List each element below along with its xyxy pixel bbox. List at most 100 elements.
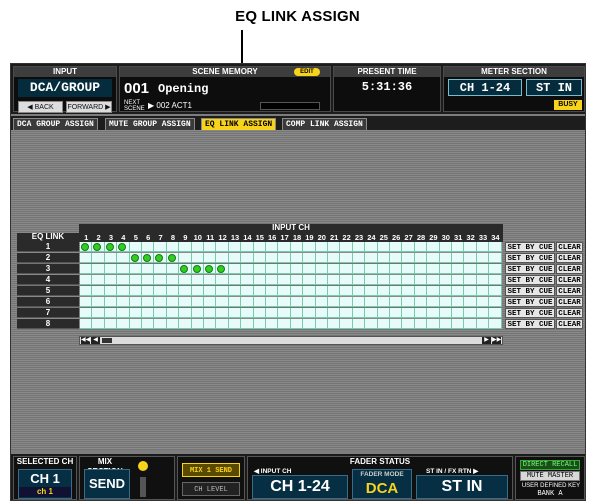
assign-cell[interactable] — [328, 286, 341, 296]
mix-send-button[interactable]: MIX 1 SEND — [182, 463, 240, 477]
assign-cell[interactable] — [303, 308, 316, 318]
assign-cell[interactable] — [414, 242, 428, 252]
assign-cell[interactable] — [228, 275, 242, 285]
assign-cell[interactable] — [216, 308, 229, 318]
assign-cell[interactable] — [154, 242, 167, 252]
assign-cell[interactable] — [142, 275, 155, 285]
assign-cell[interactable] — [166, 242, 180, 252]
assign-cell[interactable] — [266, 286, 279, 296]
assign-cell[interactable] — [266, 308, 279, 318]
assign-cell[interactable] — [216, 253, 229, 263]
assign-cell[interactable] — [117, 286, 130, 296]
assign-cell[interactable] — [365, 264, 378, 274]
assign-cell[interactable] — [427, 308, 440, 318]
assign-cell[interactable] — [402, 253, 415, 263]
assign-cell[interactable] — [439, 264, 452, 274]
assign-cell[interactable] — [390, 253, 403, 263]
assign-cell[interactable] — [377, 286, 390, 296]
assign-cell[interactable] — [80, 253, 93, 263]
assign-cell[interactable] — [489, 297, 502, 307]
assign-cell[interactable] — [377, 308, 390, 318]
assign-cell[interactable] — [266, 242, 279, 252]
assign-cell[interactable] — [303, 242, 316, 252]
assign-cell[interactable] — [80, 297, 93, 307]
assign-cell[interactable] — [179, 253, 192, 263]
assign-cell[interactable] — [476, 264, 490, 274]
assign-cell[interactable] — [117, 253, 130, 263]
assign-cell[interactable] — [228, 253, 242, 263]
assign-cell[interactable] — [402, 242, 415, 252]
assign-cell[interactable] — [452, 253, 465, 263]
assign-cell[interactable] — [129, 242, 142, 252]
assign-cell[interactable] — [166, 253, 180, 263]
assign-cell[interactable] — [80, 319, 93, 329]
assign-cell[interactable] — [154, 297, 167, 307]
assign-cell[interactable] — [216, 275, 229, 285]
assign-cell[interactable] — [489, 308, 502, 318]
assign-cell[interactable] — [303, 253, 316, 263]
assign-cell[interactable] — [328, 308, 341, 318]
assign-cell[interactable] — [414, 264, 428, 274]
assign-cell[interactable] — [129, 308, 142, 318]
assign-cell[interactable] — [328, 297, 341, 307]
assign-cell[interactable] — [92, 242, 105, 252]
assign-cell[interactable] — [228, 264, 242, 274]
assign-cell[interactable] — [439, 297, 452, 307]
assign-cell[interactable] — [266, 297, 279, 307]
assign-cell[interactable] — [204, 253, 217, 263]
assign-cell[interactable] — [179, 308, 192, 318]
set-by-cue-button[interactable]: SET BY CUE — [505, 253, 555, 263]
assign-cell[interactable] — [129, 275, 142, 285]
assign-cell[interactable] — [352, 297, 366, 307]
assign-cell[interactable] — [414, 319, 428, 329]
assign-cell[interactable] — [154, 264, 167, 274]
clear-button[interactable]: CLEAR — [556, 308, 583, 318]
fader-mode-display[interactable]: FADER MODE DCA — [352, 469, 412, 499]
assign-cell[interactable] — [452, 242, 465, 252]
assign-cell[interactable] — [142, 242, 155, 252]
assign-cell[interactable] — [104, 253, 118, 263]
assign-cell[interactable] — [365, 297, 378, 307]
assign-cell[interactable] — [278, 275, 291, 285]
assign-cell[interactable] — [452, 275, 465, 285]
assign-cell[interactable] — [154, 319, 167, 329]
assign-cell[interactable] — [427, 242, 440, 252]
assign-cell[interactable] — [352, 319, 366, 329]
assign-cell[interactable] — [439, 308, 452, 318]
assign-cell[interactable] — [142, 297, 155, 307]
assign-cell[interactable] — [476, 319, 490, 329]
assign-cell[interactable] — [315, 264, 328, 274]
assign-cell[interactable] — [166, 275, 180, 285]
assign-cell[interactable] — [129, 286, 142, 296]
assign-cell[interactable] — [340, 242, 353, 252]
assign-cell[interactable] — [204, 297, 217, 307]
assign-cell[interactable] — [427, 319, 440, 329]
assign-cell[interactable] — [452, 286, 465, 296]
assign-cell[interactable] — [315, 275, 328, 285]
assign-cell[interactable] — [278, 319, 291, 329]
assign-cell[interactable] — [241, 275, 254, 285]
assign-cell[interactable] — [166, 319, 180, 329]
assign-cell[interactable] — [117, 319, 130, 329]
assign-cell[interactable] — [303, 319, 316, 329]
assign-cell[interactable] — [290, 319, 304, 329]
assign-cell[interactable] — [328, 253, 341, 263]
assign-cell[interactable] — [303, 264, 316, 274]
tab-comp-link-assign[interactable]: COMP LINK ASSIGN — [282, 118, 367, 130]
assign-cell[interactable] — [104, 319, 118, 329]
assign-cell[interactable] — [166, 264, 180, 274]
scroll-left-button[interactable]: ◀ — [91, 337, 100, 344]
assign-cell[interactable] — [452, 264, 465, 274]
assign-cell[interactable] — [452, 319, 465, 329]
assign-cell[interactable] — [377, 264, 390, 274]
assign-cell[interactable] — [340, 297, 353, 307]
assign-cell[interactable] — [129, 319, 142, 329]
assign-cell[interactable] — [129, 264, 142, 274]
assign-cell[interactable] — [104, 286, 118, 296]
assign-cell[interactable] — [253, 264, 266, 274]
assign-cell[interactable] — [352, 308, 366, 318]
assign-cell[interactable] — [80, 308, 93, 318]
assign-cell[interactable] — [104, 242, 118, 252]
assign-cell[interactable] — [340, 253, 353, 263]
assign-cell[interactable] — [142, 286, 155, 296]
